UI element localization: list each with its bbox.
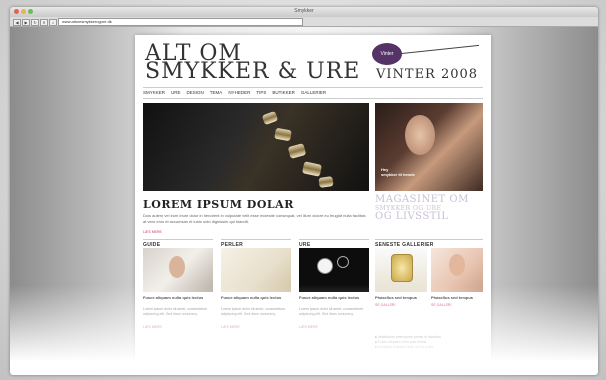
gallery-bullet-list: Vestibulum ante ipsum primis in faucibus… bbox=[375, 335, 483, 350]
address-bar[interactable]: www.altomsmykkerogure.dk bbox=[58, 18, 303, 26]
card-title[interactable]: Fusce aliquam nulla quis lectus bbox=[221, 295, 291, 300]
ring-shape bbox=[274, 127, 292, 142]
season-label: VINTER 2008 bbox=[376, 67, 479, 82]
gallery-link[interactable]: SE GALLERI bbox=[431, 303, 451, 307]
ring-shape bbox=[318, 176, 334, 188]
viewport: ALT OM SMYKKER & URE Vinter VINTER 2008 … bbox=[10, 27, 598, 375]
section-title-ure[interactable]: URE bbox=[299, 239, 369, 248]
ure-thumbnail[interactable] bbox=[299, 248, 369, 292]
card-title[interactable]: Fusce aliquam nulla quis lectus bbox=[143, 295, 213, 300]
card-title[interactable]: Fusce aliquam nulla quis lectus bbox=[299, 295, 369, 300]
card-text: Lorem ipsum dolor sit amet, consectetuer… bbox=[221, 307, 286, 316]
gallery-thumbnail[interactable] bbox=[431, 248, 483, 292]
watch-face bbox=[391, 254, 413, 282]
magazine-line-3: OG LIVSSTIL bbox=[375, 211, 449, 222]
nav-item[interactable]: TIPS bbox=[256, 88, 266, 98]
card-readmore-link[interactable]: LÆS MERE bbox=[299, 325, 318, 329]
perler-thumbnail[interactable] bbox=[221, 248, 291, 292]
site-logo[interactable]: ALT OM SMYKKER & URE bbox=[145, 43, 361, 84]
watch-dial bbox=[337, 256, 349, 268]
nav-item[interactable]: GALLERIER bbox=[301, 88, 326, 98]
magazine-line-1: MAGASINET OM bbox=[375, 194, 469, 205]
model-face bbox=[169, 256, 185, 278]
browser-window: Smykker ◀ ▶ ↻ ✕ ⌂ www.altomsmykkerogure.… bbox=[10, 7, 598, 375]
nav-item[interactable]: URE bbox=[171, 88, 181, 98]
reload-icon[interactable]: ↻ bbox=[31, 19, 39, 26]
card-text: Lorem ipsum dolor sit amet, consectetuer… bbox=[143, 307, 208, 316]
gallery-caption[interactable]: Phasellus sed tempus bbox=[431, 295, 483, 300]
model-face bbox=[449, 254, 465, 276]
section-title-guide[interactable]: GUIDE bbox=[143, 239, 213, 248]
card-readmore-link[interactable]: LÆS MERE bbox=[143, 325, 162, 329]
magazine-tagline: MAGASINET OM SMYKKER OG URE OG LIVSSTIL bbox=[375, 195, 483, 222]
side-promo-image[interactable]: Hey smykker til hende bbox=[375, 103, 483, 191]
stop-icon[interactable]: ✕ bbox=[40, 19, 48, 26]
nav-item[interactable]: TEMA bbox=[210, 88, 223, 98]
feature-headline[interactable]: LOREM IPSUM DOLAR bbox=[143, 198, 294, 211]
ring-shape bbox=[301, 161, 323, 177]
branch-ornament bbox=[399, 44, 481, 69]
promo-caption-line-2: smykker til hende bbox=[381, 172, 415, 177]
season-badge: Vinter bbox=[372, 43, 402, 65]
nav-item[interactable]: SMYKKER bbox=[143, 88, 165, 98]
main-nav: SMYKKER URE DESIGN TEMA NYHEDER TIPS BUT… bbox=[143, 87, 483, 99]
card-text: Lorem ipsum dolor sit amet, consectetuer… bbox=[299, 307, 364, 316]
browser-toolbar: ◀ ▶ ↻ ✕ ⌂ www.altomsmykkerogure.dk bbox=[10, 17, 598, 27]
guide-thumbnail[interactable] bbox=[143, 248, 213, 292]
feature-lead: Duis autem vel eum iriure dolor in hendr… bbox=[143, 213, 366, 224]
gallery-title[interactable]: SENESTE GALLERIER bbox=[375, 239, 483, 248]
list-item[interactable]: Curabitur tincidunt ante ac est porta bbox=[375, 345, 483, 350]
hero-image-rings[interactable] bbox=[143, 103, 369, 191]
nav-item[interactable]: NYHEDER bbox=[228, 88, 250, 98]
ring-shape bbox=[287, 143, 307, 159]
back-icon[interactable]: ◀ bbox=[13, 19, 21, 26]
logo-line-2: SMYKKER & URE bbox=[145, 59, 361, 84]
section-title-perler[interactable]: PERLER bbox=[221, 239, 291, 248]
card-readmore-link[interactable]: LÆS MERE bbox=[221, 325, 240, 329]
nav-item[interactable]: BUTIKKER bbox=[272, 88, 295, 98]
window-title: Smykker bbox=[294, 8, 314, 14]
gallery-caption[interactable]: Phasellus sed tempus bbox=[375, 295, 427, 300]
title-bar: Smykker bbox=[10, 7, 598, 17]
gallery-thumbnail[interactable] bbox=[375, 248, 427, 292]
ring-shape bbox=[261, 110, 279, 126]
web-page: ALT OM SMYKKER & URE Vinter VINTER 2008 … bbox=[135, 35, 491, 375]
forward-icon[interactable]: ▶ bbox=[22, 19, 30, 26]
feature-readmore-link[interactable]: LÆS MERE bbox=[143, 230, 162, 234]
gallery-link[interactable]: SE GALLERI bbox=[375, 303, 395, 307]
home-icon[interactable]: ⌂ bbox=[49, 19, 57, 26]
promo-caption: Hey smykker til hende bbox=[381, 167, 415, 177]
model-face bbox=[405, 115, 435, 155]
nav-item[interactable]: DESIGN bbox=[187, 88, 204, 98]
watch-dial bbox=[317, 258, 333, 274]
season-banner: Vinter VINTER 2008 bbox=[360, 43, 481, 87]
